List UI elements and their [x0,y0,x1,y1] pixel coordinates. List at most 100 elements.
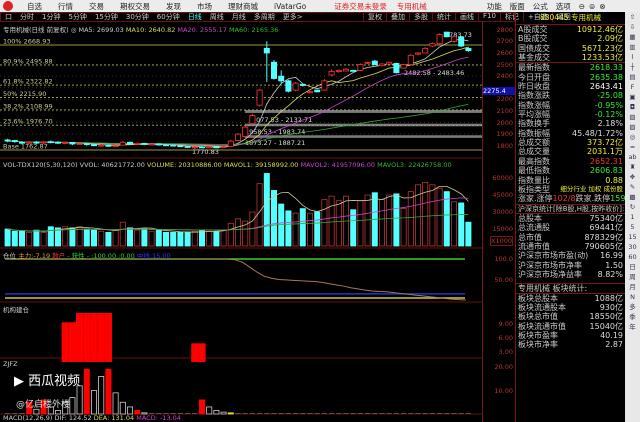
inst-bar [90,312,98,362]
volume-bar [285,210,292,247]
volume-bar [184,231,191,247]
candle-up [40,141,47,144]
candle-icon[interactable]: ┼ [631,62,635,72]
volume-bar [83,228,90,247]
row-value: 2606.83 [589,166,623,176]
candle-down [47,141,54,144]
sidebar-period-0[interactable]: 1 [630,212,634,222]
candle-down [371,60,378,65]
circle-icon[interactable]: ◎ [630,132,636,142]
volume-bar [91,229,98,247]
volume-bar [170,231,177,247]
sidebar-period-4[interactable]: 60 [628,252,636,262]
volume-bar [127,227,134,247]
row-value: 0.88 [605,175,623,185]
candle-down [458,36,465,47]
line-chart-icon[interactable]: ⌇ [631,52,634,62]
sidebar-period-1[interactable]: 5 [630,222,634,232]
row-value: 2652.31 [589,156,623,166]
wave-icon[interactable]: ≈ [630,142,635,152]
bars-icon[interactable]: ▥ [629,42,635,52]
f10-icon[interactable]: F [631,82,635,92]
sidebar-period-11[interactable]: 年 [629,322,636,332]
ts-icon[interactable]: ▩ [629,192,635,202]
row-label: 最高指数 [518,156,550,166]
info-row: 板块总市值 18550亿 [516,312,625,321]
row-label: 沪深京市场市盈(动) [518,251,589,261]
sidebar-period-6[interactable]: 周 [629,272,636,282]
close-icon[interactable]: ⊗ [599,2,605,11]
sidebar-period-7[interactable]: 月 [629,282,636,292]
up-arrow-icon[interactable]: ⇧ [630,12,635,22]
grid-icon[interactable]: ▦ [629,32,635,42]
fin-icon[interactable]: ◘ [630,102,635,112]
volume-bar [206,230,213,247]
sidebar-period-9[interactable]: 多 [629,302,636,312]
block-title: 专用机械 板块统计: [516,283,625,293]
vol-name: VOL-TDX120(5,30,120) [3,161,78,169]
legend-ma60: MA60: 2165.36 [228,26,279,34]
candle-up [306,91,313,94]
row-label: 板块流通股本 [518,302,566,312]
sidebar-period-8[interactable]: N [630,292,635,302]
candle-up [249,115,256,125]
inst-bar [104,312,112,362]
sidebar-period-10[interactable]: 季 [629,312,636,322]
watermark-play-icon: ▶ [14,374,29,389]
menu-formula[interactable]: 公式 [533,1,548,12]
info-row: 今日开盘 2635.38 [516,73,625,82]
price-axis-label: 2800 [496,25,513,34]
info-row: 流通市值 790605亿 [516,242,625,251]
note-icon[interactable]: ▣ [629,92,635,102]
sidebar-period-2[interactable]: 15 [628,232,636,242]
row-label: 板指类型 [518,184,550,194]
candle-down [11,140,18,143]
row-label: 最新指数 [518,63,550,73]
candle-down [33,141,40,144]
calc-icon[interactable]: ▨ [629,122,635,132]
row-label: 指数换手 [518,119,550,129]
row-label: 指数振幅 [518,128,550,138]
move-icon[interactable]: ✥ [630,172,635,182]
info-row: 总市值 878329亿 [516,233,625,242]
restore-icon[interactable]: ⊜ [589,2,595,11]
info-row: 指数换手 2.18% [516,119,625,128]
volume-bar [227,222,234,247]
up-value: 102/8 [552,194,576,204]
volume-bar [11,230,18,247]
row-label: 总市值 [518,232,542,242]
row-value: 75340亿 [589,213,623,223]
report-icon[interactable]: ▧ [629,112,635,122]
menu-options[interactable]: 选项 [556,1,571,12]
ab-icon[interactable]: ab [628,152,636,162]
candle-down [443,31,450,38]
candle-up [256,89,263,106]
watermark-brand: 西瓜视频 [28,374,81,389]
row-label: 流通市值 [518,241,550,251]
sidebar-period-5[interactable]: 日 [629,262,636,272]
index-code: 880445 专用机械 [539,13,601,22]
pencil-icon[interactable]: ✎ [630,182,635,192]
refresh-icon[interactable]: ↻ [630,202,635,212]
volume-axis-label: 45000 [492,191,513,199]
volume-bar [69,227,76,247]
row-label: 总流通股 [518,223,550,233]
pos-main: 主力:-7.19 [18,252,51,260]
row-label: 国债成交 [518,43,550,53]
info-row: 最低指数 2606.83 [516,166,625,175]
row-label: 最低指数 [518,166,550,176]
volume-bar [98,230,105,247]
sidebar-period-3[interactable]: 30 [628,242,636,252]
candle-up [429,43,436,47]
inst-bar [68,322,76,362]
row-label: 板块总市值 [518,312,558,322]
chart-canvas[interactable]: 100% 2668.93 80.9% 2495.88 61.8% 2322.82 50… [0,0,515,422]
info-row: 指数涨幅 -0.95% [516,101,625,110]
bag-icon[interactable]: ♜ [630,162,636,172]
candle-up [26,141,33,144]
down-arrow-icon[interactable]: ⇩ [630,22,635,32]
info-row: 总成交量 2031.1万 [516,147,625,156]
doc-icon[interactable]: ▤ [629,72,635,82]
minimize-icon[interactable]: ⊖ [579,2,585,11]
volume-bar [220,229,227,247]
